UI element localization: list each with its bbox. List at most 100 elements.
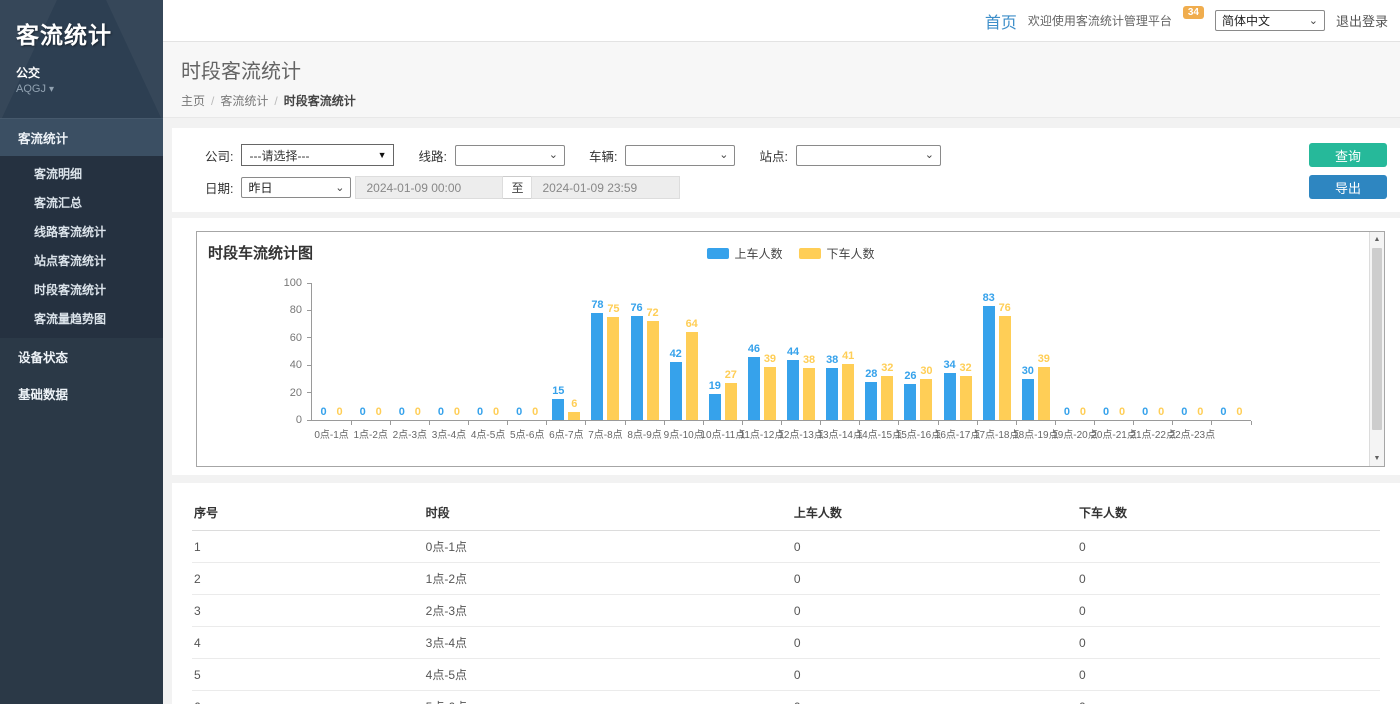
- chart-bar[interactable]: 83: [983, 306, 995, 420]
- chart-bar[interactable]: 28: [865, 382, 877, 420]
- breadcrumb-home[interactable]: 主页: [181, 94, 205, 108]
- chart-category-slot: 283214点-15点: [860, 284, 899, 420]
- content-area: 公司: ---请选择--- ▼ 线路: ⌄ 车辆: ⌄ 站点: ⌄ 日期: 昨日: [163, 118, 1400, 704]
- chart-bar[interactable]: 76: [999, 316, 1011, 420]
- chart-bar[interactable]: 46: [748, 357, 760, 420]
- chart-bar[interactable]: 39: [1038, 367, 1050, 420]
- query-button[interactable]: 查询: [1309, 143, 1387, 167]
- chart-bar[interactable]: 41: [842, 364, 854, 420]
- chart-category-slot: 001点-2点: [351, 284, 390, 420]
- date-preset-value: 昨日: [248, 179, 272, 196]
- chart-bar[interactable]: 26: [904, 384, 916, 420]
- sidebar-subitem-6[interactable]: 客流量趋势图: [0, 304, 163, 333]
- bar-value-label: 32: [881, 362, 893, 374]
- chart-bar[interactable]: 42: [670, 362, 682, 420]
- bar-value-label: 0: [1064, 406, 1070, 418]
- bar-value-label: 78: [591, 299, 603, 311]
- caret-down-icon: ▾: [49, 84, 54, 95]
- sidebar-subitem-4[interactable]: 站点客流统计: [0, 246, 163, 275]
- sidebar-item-passenger-stats[interactable]: 客流统计: [0, 118, 163, 156]
- chart-bar[interactable]: 6: [568, 412, 580, 420]
- app-root: 客流统计 公交 AQGJ▾ 客流统计 客流明细客流汇总线路客流统计站点客流统计时…: [0, 0, 1400, 704]
- chart-bar[interactable]: 76: [631, 316, 643, 420]
- org-selector[interactable]: AQGJ▾: [16, 83, 147, 95]
- bar-group: 00: [1173, 284, 1212, 420]
- scrollbar-thumb[interactable]: [1372, 248, 1382, 430]
- bar-group: 15 6: [547, 284, 586, 420]
- legend-item-alight[interactable]: 下车人数: [799, 245, 875, 262]
- breadcrumb-section[interactable]: 客流统计: [220, 94, 268, 108]
- data-table: 序号时段上车人数下车人数 10点-1点0021点-2点0032点-3点0043点…: [192, 495, 1380, 704]
- scroll-down-icon[interactable]: ▼: [1370, 451, 1384, 466]
- vehicle-select[interactable]: ⌄: [625, 145, 735, 166]
- bar-group: 00: [508, 284, 547, 420]
- chart-bar[interactable]: 39: [764, 367, 776, 420]
- sidebar-subitem-1[interactable]: 客流明细: [0, 159, 163, 188]
- bar-group: 1927: [703, 284, 742, 420]
- table-cell: 0: [792, 563, 1077, 595]
- date-preset-select[interactable]: 昨日 ⌄: [241, 177, 351, 198]
- chart-bar[interactable]: 30: [920, 379, 932, 420]
- sidebar-item-device-status[interactable]: 设备状态: [0, 338, 163, 375]
- dropdown-arrow-icon: ▼: [378, 150, 387, 160]
- bar-value-label: 0: [1103, 406, 1109, 418]
- chart-bar[interactable]: 44: [787, 360, 799, 420]
- export-button[interactable]: 导出: [1309, 175, 1387, 199]
- station-label: 站点:: [759, 146, 787, 165]
- chart-category-slot: 76728点-9点: [625, 284, 664, 420]
- bar-value-label: 0: [438, 406, 444, 418]
- chart-category-slot: 003点-4点: [429, 284, 468, 420]
- table-cell: 1点-2点: [424, 563, 792, 595]
- x-axis-label: 4点-5点: [471, 426, 505, 441]
- chart-bar[interactable]: 38: [803, 368, 815, 420]
- sidebar-item-base-data[interactable]: 基础数据: [0, 375, 163, 412]
- chart-bar[interactable]: 19: [709, 394, 721, 420]
- chart-container: 时段车流统计图 上车人数 下车人数 020406080100000点-1点001…: [196, 231, 1385, 467]
- scroll-up-icon[interactable]: ▲: [1370, 232, 1384, 247]
- home-link[interactable]: 首页: [985, 9, 1017, 33]
- notification-badge[interactable]: 34: [1183, 6, 1204, 19]
- sidebar-subitem-3[interactable]: 线路客流统计: [0, 217, 163, 246]
- chart-bar[interactable]: 38: [826, 368, 838, 420]
- chart-bar[interactable]: 75: [607, 317, 619, 420]
- logout-link[interactable]: 退出登录: [1336, 11, 1388, 30]
- line-select[interactable]: ⌄: [455, 145, 565, 166]
- sidebar-subitem-5[interactable]: 时段客流统计: [0, 275, 163, 304]
- bar-value-label: 0: [1236, 406, 1242, 418]
- sidebar: 客流统计 公交 AQGJ▾ 客流统计 客流明细客流汇总线路客流统计站点客流统计时…: [0, 0, 163, 704]
- bar-value-label: 0: [1220, 406, 1226, 418]
- company-select[interactable]: ---请选择--- ▼: [241, 144, 394, 166]
- sidebar-subitem-2[interactable]: 客流汇总: [0, 188, 163, 217]
- chart-category-slot: 42649点-10点: [664, 284, 703, 420]
- bar-value-label: 46: [748, 343, 760, 355]
- main-area: 首页 欢迎使用客流统计管理平台 34 简体中文 ⌄ 退出登录 时段客流统计 主页…: [163, 0, 1400, 704]
- chart-bar[interactable]: 32: [960, 376, 972, 420]
- bar-group: 00: [429, 284, 468, 420]
- bar-value-label: 26: [904, 370, 916, 382]
- station-select[interactable]: ⌄: [796, 145, 941, 166]
- filter-panel: 公司: ---请选择--- ▼ 线路: ⌄ 车辆: ⌄ 站点: ⌄ 日期: 昨日: [172, 128, 1400, 212]
- chart-bar[interactable]: 64: [686, 332, 698, 420]
- chart-bar[interactable]: 34: [944, 373, 956, 420]
- chart-category-slot: 463911点-12点: [742, 284, 781, 420]
- sidebar-header: 客流统计 公交 AQGJ▾: [0, 0, 163, 118]
- date-to-input[interactable]: 2024-01-09 23:59: [531, 176, 680, 199]
- bar-value-label: 0: [477, 406, 483, 418]
- bar-value-label: 0: [1158, 406, 1164, 418]
- org-name: 公交: [16, 64, 147, 81]
- chart-bar[interactable]: 72: [647, 321, 659, 420]
- chart-bar[interactable]: 27: [725, 383, 737, 420]
- table-cell: 0: [792, 691, 1077, 704]
- chart-bar[interactable]: 30: [1022, 379, 1034, 420]
- legend-item-board[interactable]: 上车人数: [706, 245, 782, 262]
- x-axis-label: 2点-3点: [393, 426, 427, 441]
- bar-value-label: 34: [943, 359, 955, 371]
- date-from-input[interactable]: 2024-01-09 00:00: [355, 176, 503, 199]
- language-select[interactable]: 简体中文 ⌄: [1215, 10, 1325, 31]
- bar-group: 00: [1095, 284, 1134, 420]
- chart-bar[interactable]: 32: [881, 376, 893, 420]
- chart-bar[interactable]: 15: [552, 399, 564, 420]
- sidebar-menu: 客流统计 客流明细客流汇总线路客流统计站点客流统计时段客流统计客流量趋势图 设备…: [0, 118, 163, 412]
- chart-bar[interactable]: 78: [591, 313, 603, 420]
- chart-scrollbar[interactable]: ▲ ▼: [1369, 232, 1384, 466]
